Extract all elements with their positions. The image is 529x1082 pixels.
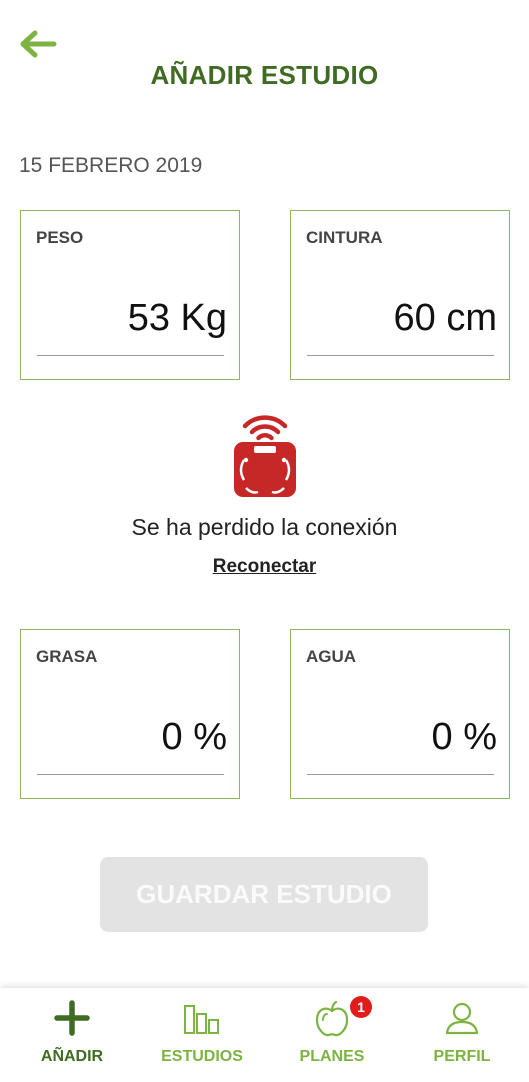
agua-underline [307, 774, 494, 775]
tab-anadir[interactable]: AÑADIR [6, 988, 138, 1082]
save-study-button[interactable]: GUARDAR ESTUDIO [100, 857, 428, 932]
agua-label: AGUA [306, 647, 357, 666]
peso-underline [37, 355, 224, 356]
peso-value[interactable]: 53 Kg [128, 297, 227, 340]
apple-icon [314, 1000, 350, 1043]
study-date: 15 FEBRERO 2019 [19, 154, 203, 177]
tab-planes[interactable]: 1 PLANES [266, 988, 398, 1082]
grasa-card[interactable]: GRASA 0 % [20, 629, 240, 799]
bottom-tab-bar: AÑADIR ESTUDIOS 1 PLANES PERFIL [0, 988, 529, 1082]
wireless-scale-icon [232, 408, 298, 500]
reconnect-link[interactable]: Reconectar [213, 556, 317, 577]
grasa-label: GRASA [36, 647, 98, 666]
planes-badge: 1 [350, 996, 372, 1018]
user-icon [444, 1000, 480, 1041]
reconnect-row: Reconectar [0, 556, 529, 578]
cintura-value[interactable]: 60 cm [394, 297, 497, 340]
tab-planes-label: PLANES [299, 1048, 365, 1065]
grasa-value[interactable]: 0 % [162, 716, 227, 759]
peso-label: PESO [36, 228, 84, 247]
cintura-card[interactable]: CINTURA 60 cm [290, 210, 510, 380]
bar-chart-icon [182, 1000, 222, 1041]
cintura-label: CINTURA [306, 228, 383, 247]
connection-lost-message: Se ha perdido la conexión [131, 514, 398, 540]
tab-estudios-label: ESTUDIOS [161, 1048, 243, 1065]
grasa-underline [37, 774, 224, 775]
page-title: AÑADIR ESTUDIO [150, 60, 379, 90]
tab-perfil[interactable]: PERFIL [396, 988, 528, 1082]
agua-value[interactable]: 0 % [432, 716, 497, 759]
tab-anadir-label: AÑADIR [40, 1048, 104, 1065]
peso-card[interactable]: PESO 53 Kg [20, 210, 240, 380]
back-button[interactable] [18, 28, 58, 60]
tab-perfil-label: PERFIL [433, 1048, 491, 1065]
tab-estudios[interactable]: ESTUDIOS [136, 988, 268, 1082]
agua-card[interactable]: AGUA 0 % [290, 629, 510, 799]
cintura-underline [307, 355, 494, 356]
plus-icon [54, 1000, 90, 1041]
arrow-left-icon [20, 30, 57, 58]
